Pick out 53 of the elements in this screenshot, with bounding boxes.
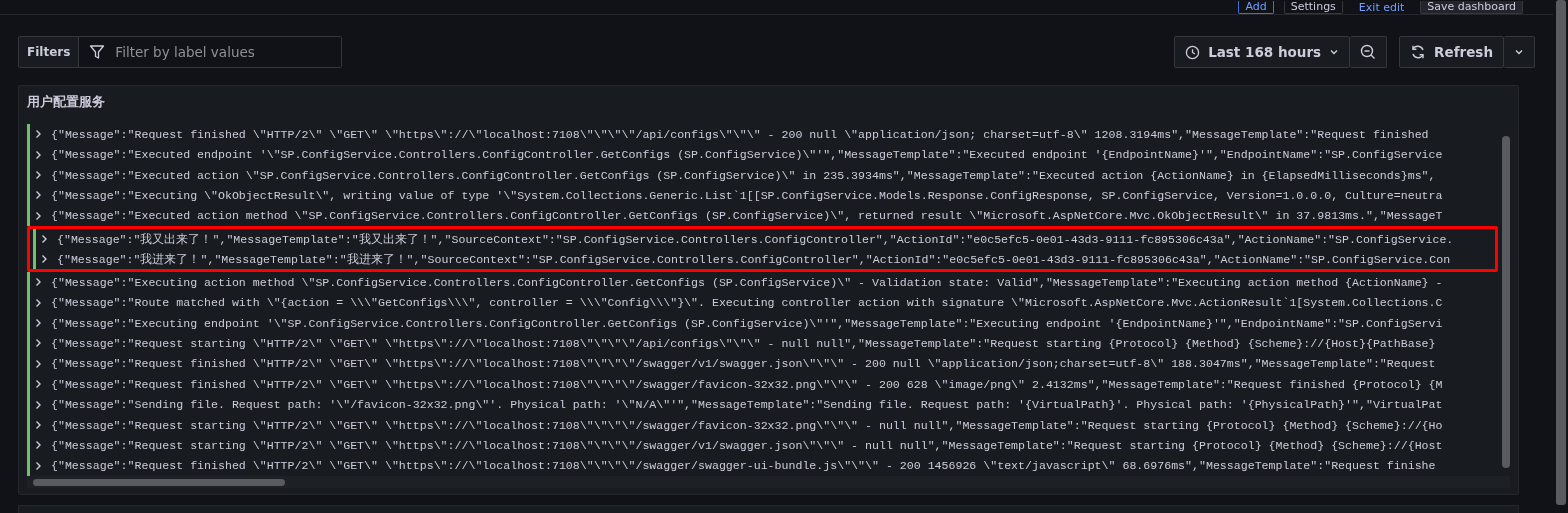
log-line: {"Message":"Executing endpoint '\"SP.ConfigService.Controllers.ConfigController.GetConfigs (SP.ConfigService)\"'","MessageTemplate":"Executing endpoint '{EndpointName}'","EndpointName":"SP.ConfigServi bbox=[51, 316, 1443, 330]
log-line: {"Message":"Sending file. Request path: '\"/favicon-32x32.png\"'. Physical path: '\"N/A\"'","MessageTemplate":"Sending file. Request path: '{VirtualPath}'. Physical path: '{PhysicalPath}'","VirtualPat bbox=[51, 398, 1443, 412]
expand-chevron-icon[interactable] bbox=[35, 190, 42, 201]
expand-chevron-icon[interactable] bbox=[35, 170, 42, 180]
filters-label: Filters bbox=[18, 36, 80, 68]
caret-icon bbox=[1329, 48, 1340, 56]
expand-chevron-icon[interactable] bbox=[35, 129, 42, 140]
log-line: {"Message":"我进来了！","MessageTemplate":"我进来了！","SourceContext":"SP.ConfigService.Controllers.ConfigController","ActionId":"e0c5efc5-0e01-43d3-9111-fc895306c43a","ActionName":"SP.ConfigService.Con bbox=[57, 251, 1451, 267]
horizontal-scrollbar[interactable] bbox=[27, 476, 1510, 488]
zoom-out-button[interactable] bbox=[1350, 36, 1388, 68]
clock-icon bbox=[1185, 44, 1201, 60]
time-range-picker[interactable]: Last 168 hours bbox=[1174, 36, 1351, 68]
toolbar-button[interactable]: Settings bbox=[1283, 1, 1343, 14]
log-line: {"Message":"Executing action method \"SP.ConfigService.Controllers.ConfigController.GetConfigs (SP.ConfigService)\" - Validation state: Valid","MessageTemplate":"Executing action method {ActionName} - bbox=[51, 275, 1443, 289]
page-scrollbar[interactable] bbox=[1556, 0, 1566, 505]
expand-chevron-icon[interactable] bbox=[35, 338, 42, 349]
expand-chevron-icon[interactable] bbox=[41, 234, 48, 245]
expand-chevron-icon[interactable] bbox=[41, 254, 48, 265]
log-line: {"Message":"Request finished \"HTTP/2\" \"GET\" \"https\"://\"localhost:7108\"\"\"\"/swagger/favicon-32x32.png\"\"\" - 200 628 \"image/png\" 2.4132ms","MessageTemplate":"Request finished {Protocol} {M bbox=[51, 377, 1443, 391]
filter-field[interactable]: Filter by label values bbox=[79, 36, 343, 68]
panel-title: 用户配置服务 bbox=[26, 93, 106, 111]
toolbar-button[interactable]: Add bbox=[1238, 1, 1274, 14]
log-line: {"Message":"Request starting \"HTTP/2\" \"GET\" \"https\"://\"localhost:7108\"\"\"\"/swagger/v1/swagger.json\"\"\" - null null","MessageTemplate":"Request starting {Protocol} {Method} {Scheme}://{Host bbox=[51, 439, 1443, 452]
refresh-icon bbox=[1410, 44, 1427, 60]
log-line: {"Message":"Executed endpoint '\"SP.ConfigService.Controllers.ConfigController.GetConfigs (SP.ConfigService)\"'","MessageTemplate":"Executed endpoint '{EndpointName}'","EndpointName":"SP.ConfigService bbox=[51, 148, 1443, 162]
zoom-out-icon bbox=[1360, 44, 1377, 60]
expand-chevron-icon[interactable] bbox=[35, 379, 42, 390]
log-line: {"Message":"Request starting \"HTTP/2\" \"GET\" \"https\"://\"localhost:7108\"\"\"\"/swagger/favicon-32x32.png\"\"\" - null null","MessageTemplate":"Request starting {Protocol} {Method} {Scheme}://{Ho bbox=[51, 418, 1443, 432]
expand-chevron-icon[interactable] bbox=[35, 358, 42, 369]
expand-chevron-icon[interactable] bbox=[35, 318, 42, 329]
expand-chevron-icon[interactable] bbox=[35, 297, 42, 308]
filter-icon bbox=[89, 44, 106, 60]
expand-chevron-icon[interactable] bbox=[35, 277, 42, 288]
log-line: {"Message":"Request finished \"HTTP/2\" \"GET\" \"https\"://\"localhost:7108\"\"\"\"/swagger/swagger-ui-bundle.js\"\"\" - 200 1456926 \"text/javascript\" 68.6976ms","MessageTemplate":"Request finishe bbox=[51, 459, 1436, 473]
expand-chevron-icon[interactable] bbox=[35, 210, 42, 221]
log-line: {"Message":"Request finished \"HTTP/2\" \"GET\" \"https\"://\"localhost:7108\"\"\"\"/swagger/v1/swagger.json\"\"\" - 200 null \"application/json;charset=utf-8\" 188.3047ms","MessageTemplate":"Request bbox=[51, 357, 1436, 371]
expand-chevron-icon[interactable] bbox=[35, 440, 42, 451]
toolbar-button[interactable]: Save dashboard bbox=[1420, 1, 1523, 14]
log-line: {"Message":"我又出来了！","MessageTemplate":"我又出来了！","SourceContext":"SP.ConfigService.Controllers.ConfigController","ActionId":"e0c5efc5-0e01-43d3-9111-fc895306c43a","ActionName":"SP.ConfigService. bbox=[57, 231, 1454, 247]
expand-chevron-icon[interactable] bbox=[35, 420, 42, 431]
vertical-scrollbar[interactable] bbox=[1502, 136, 1510, 468]
caret-icon bbox=[1514, 48, 1524, 56]
log-line: {"Message":"Request starting \"HTTP/2\" \"GET\" \"https\"://\"localhost:7108\"\"\"\"/api/configs\"\"\" - null null","MessageTemplate":"Request starting {Protocol} {Method} {Scheme}://{Host}{PathBase} bbox=[51, 336, 1436, 350]
toolbar-button[interactable]: Exit edit bbox=[1352, 2, 1411, 14]
expand-chevron-icon[interactable] bbox=[35, 460, 42, 471]
log-line: {"Message":"Route matched with \"{action = \\\"GetConfigs\\\", controller = \\\"Config\\\"}\". Executing controller action with signature \"Microsoft.AspNetCore.Mvc.ActionResult`1[System.Collections.C bbox=[51, 296, 1443, 310]
refresh-button[interactable]: Refresh bbox=[1399, 36, 1504, 68]
expand-chevron-icon[interactable] bbox=[35, 149, 42, 160]
log-line: {"Message":"Executing \"OkObjectResult\", writing value of type '\"System.Collections.Generic.List`1[[SP.ConfigService.Models.Response.ConfigResponse, SP.ConfigService, Version=1.0.0.0, Culture=neutra bbox=[51, 188, 1443, 202]
expand-chevron-icon[interactable] bbox=[35, 399, 42, 410]
log-line: {"Message":"Executed action method \"SP.ConfigService.Controllers.ConfigController.GetConfigs (SP.ConfigService)\", returned result \"Microsoft.AspNetCore.Mvc.OkObjectResult\" in 37.9813ms.","MessageT bbox=[51, 209, 1443, 223]
log-line: {"Message":"Request finished \"HTTP/2\" \"GET\" \"https\"://\"localhost:7108\"\"\"\"/api/configs\"\"\" - 200 null \"application/json; charset=utf-8\" 1208.3194ms","MessageTemplate":"Request finished bbox=[51, 127, 1429, 141]
log-line: {"Message":"Executed action \"SP.ConfigService.Controllers.ConfigController.GetConfigs (SP.ConfigService)\" in 235.3934ms","MessageTemplate":"Executed action {ActionName} in {ElapsedMilliseconds}ms", bbox=[51, 168, 1436, 182]
